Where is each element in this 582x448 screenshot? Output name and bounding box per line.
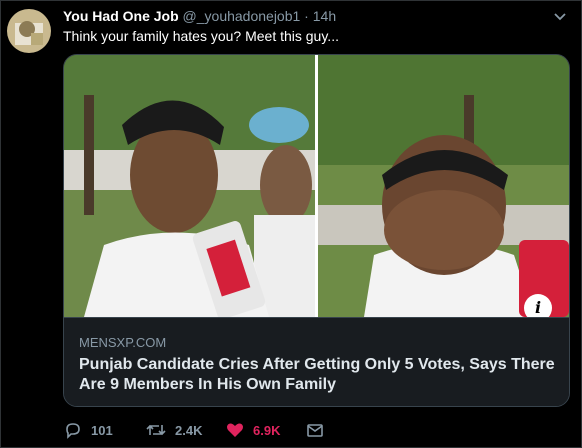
like-button[interactable]: 6.9K: [225, 419, 280, 441]
tweet-time[interactable]: 14h: [313, 8, 336, 24]
link-card[interactable]: i MENSXP.COM Punjab Candidate Cries Afte…: [63, 54, 570, 407]
retweet-icon: [146, 424, 166, 436]
card-body[interactable]: MENSXP.COM Punjab Candidate Cries After …: [64, 317, 569, 406]
avatar[interactable]: [7, 9, 51, 53]
reply-icon: [66, 423, 80, 439]
tweet: You Had One Job @_youhadonejob1 · 14h Th…: [0, 0, 582, 448]
author-handle[interactable]: @_youhadonejob1: [183, 8, 301, 24]
card-title: Punjab Candidate Cries After Getting Onl…: [79, 356, 555, 393]
card-domain: MENSXP.COM: [79, 335, 167, 350]
reply-button[interactable]: 101: [63, 419, 113, 441]
message-button[interactable]: [305, 419, 325, 441]
tweet-text: Think your family hates you? Meet this g…: [63, 28, 339, 44]
retweet-button[interactable]: 2.4K: [145, 419, 202, 441]
heart-icon: [227, 423, 243, 437]
like-count: 6.9K: [253, 422, 281, 438]
retweet-count: 2.4K: [175, 422, 203, 438]
mail-icon: [307, 424, 323, 437]
separator: ·: [300, 8, 313, 24]
author-name[interactable]: You Had One Job: [63, 8, 179, 24]
card-image[interactable]: [64, 55, 569, 319]
reply-count: 101: [91, 422, 113, 438]
tweet-header: You Had One Job @_youhadonejob1 · 14h: [63, 8, 336, 24]
chevron-down-icon[interactable]: [551, 7, 569, 25]
